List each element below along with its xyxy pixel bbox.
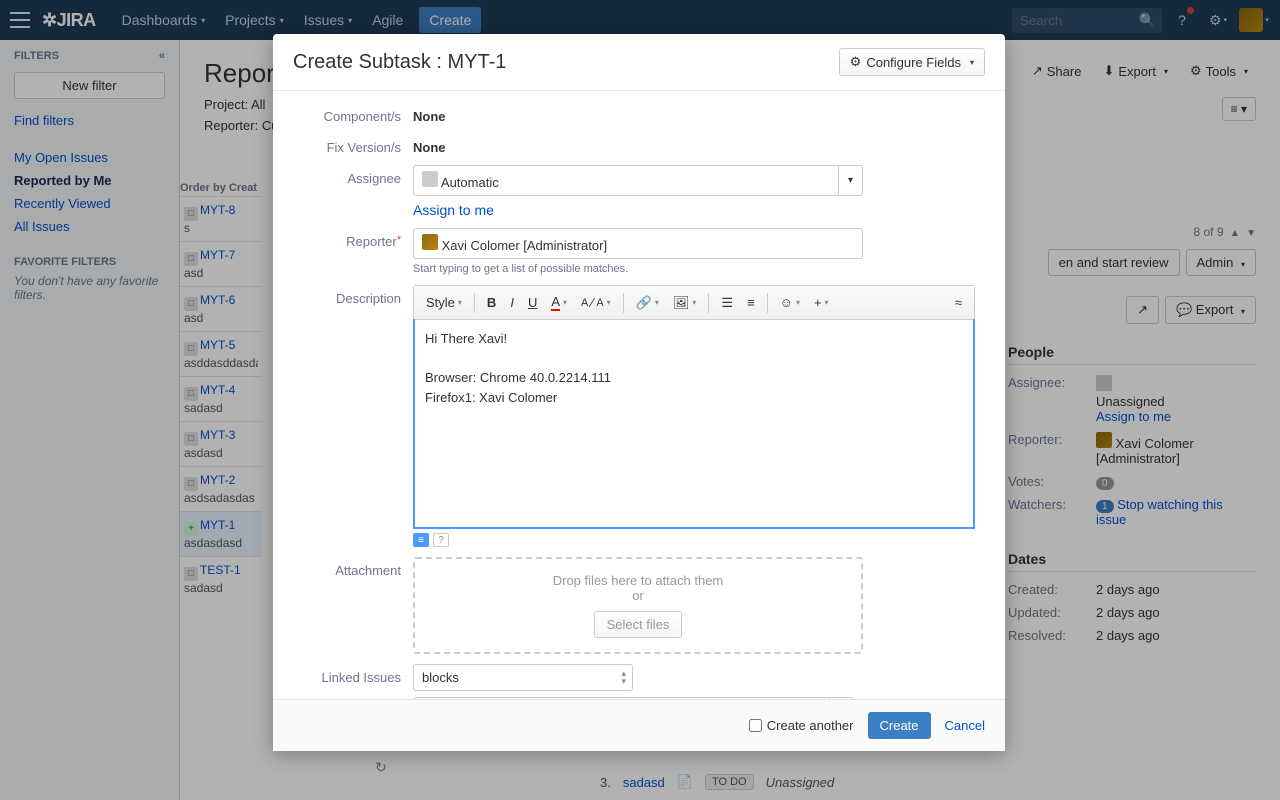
help-icon[interactable]: ?	[433, 533, 449, 547]
select-files-button[interactable]: Select files	[594, 611, 683, 638]
chevron-down-icon[interactable]: ▾	[829, 697, 853, 699]
description-textarea[interactable]: Hi There Xavi! Browser: Chrome 40.0.2214…	[413, 319, 975, 529]
chevron-down-icon[interactable]: ▾	[838, 166, 862, 195]
editor-toolbar: Style ▾ B I U A ▾ A⁄A ▾ 🔗 ▾ 🖼 ▾ ☰ ≡	[414, 286, 974, 320]
gear-icon: ⚙	[850, 54, 862, 70]
add-link-button[interactable]: +	[861, 697, 872, 699]
bullet-list-button[interactable]: ☰	[715, 291, 739, 315]
textcolor-button[interactable]: A ▾	[545, 290, 573, 315]
underline-button[interactable]: U	[522, 291, 543, 314]
linked-issues-label: Linked Issues	[293, 664, 413, 685]
assignee-select[interactable]: Automatic ▾	[413, 165, 863, 196]
components-label: Component/s	[293, 103, 413, 124]
avatar-icon	[422, 171, 438, 187]
link-button[interactable]: 🔗 ▾	[630, 291, 665, 315]
create-subtask-modal: Create Subtask : MYT-1 ⚙ Configure Field…	[273, 34, 1005, 751]
components-value: None	[413, 103, 446, 124]
reporter-hint: Start typing to get a list of possible m…	[413, 263, 985, 275]
assignee-label: Assignee	[293, 165, 413, 186]
configure-fields-button[interactable]: ⚙ Configure Fields ▾	[839, 48, 985, 76]
visual-mode-icon[interactable]: ≡	[413, 533, 429, 547]
attachment-dropzone[interactable]: Drop files here to attach them or Select…	[413, 557, 863, 654]
style-dropdown[interactable]: Style ▾	[420, 291, 468, 314]
reporter-input[interactable]: Xavi Colomer [Administrator]	[413, 228, 863, 259]
create-another-checkbox[interactable]: Create another	[749, 718, 854, 733]
reporter-label: Reporter*	[293, 228, 413, 249]
emoji-button[interactable]: ☺ ▾	[774, 291, 806, 314]
create-submit-button[interactable]: Create	[868, 712, 931, 739]
bold-button[interactable]: B	[481, 291, 502, 314]
description-editor: Style ▾ B I U A ▾ A⁄A ▾ 🔗 ▾ 🖼 ▾ ☰ ≡	[413, 285, 975, 529]
avatar-icon	[422, 234, 438, 250]
numbered-list-button[interactable]: ≡	[741, 291, 761, 314]
image-button[interactable]: 🖼 ▾	[667, 291, 703, 315]
fixversion-label: Fix Version/s	[293, 134, 413, 155]
collapse-icon[interactable]: ≈	[949, 291, 968, 314]
clearformat-button[interactable]: A⁄A ▾	[575, 291, 617, 314]
linked-issue-input[interactable]	[413, 697, 853, 699]
modal-title: Create Subtask : MYT-1	[293, 51, 506, 74]
cancel-link[interactable]: Cancel	[945, 718, 985, 733]
italic-button[interactable]: I	[504, 291, 520, 314]
more-button[interactable]: + ▾	[808, 291, 835, 314]
fixversion-value: None	[413, 134, 446, 155]
assign-to-me-link[interactable]: Assign to me	[413, 202, 494, 218]
description-label: Description	[293, 285, 413, 306]
linked-type-select[interactable]: blocks ▴▾	[413, 664, 633, 691]
attachment-label: Attachment	[293, 557, 413, 578]
